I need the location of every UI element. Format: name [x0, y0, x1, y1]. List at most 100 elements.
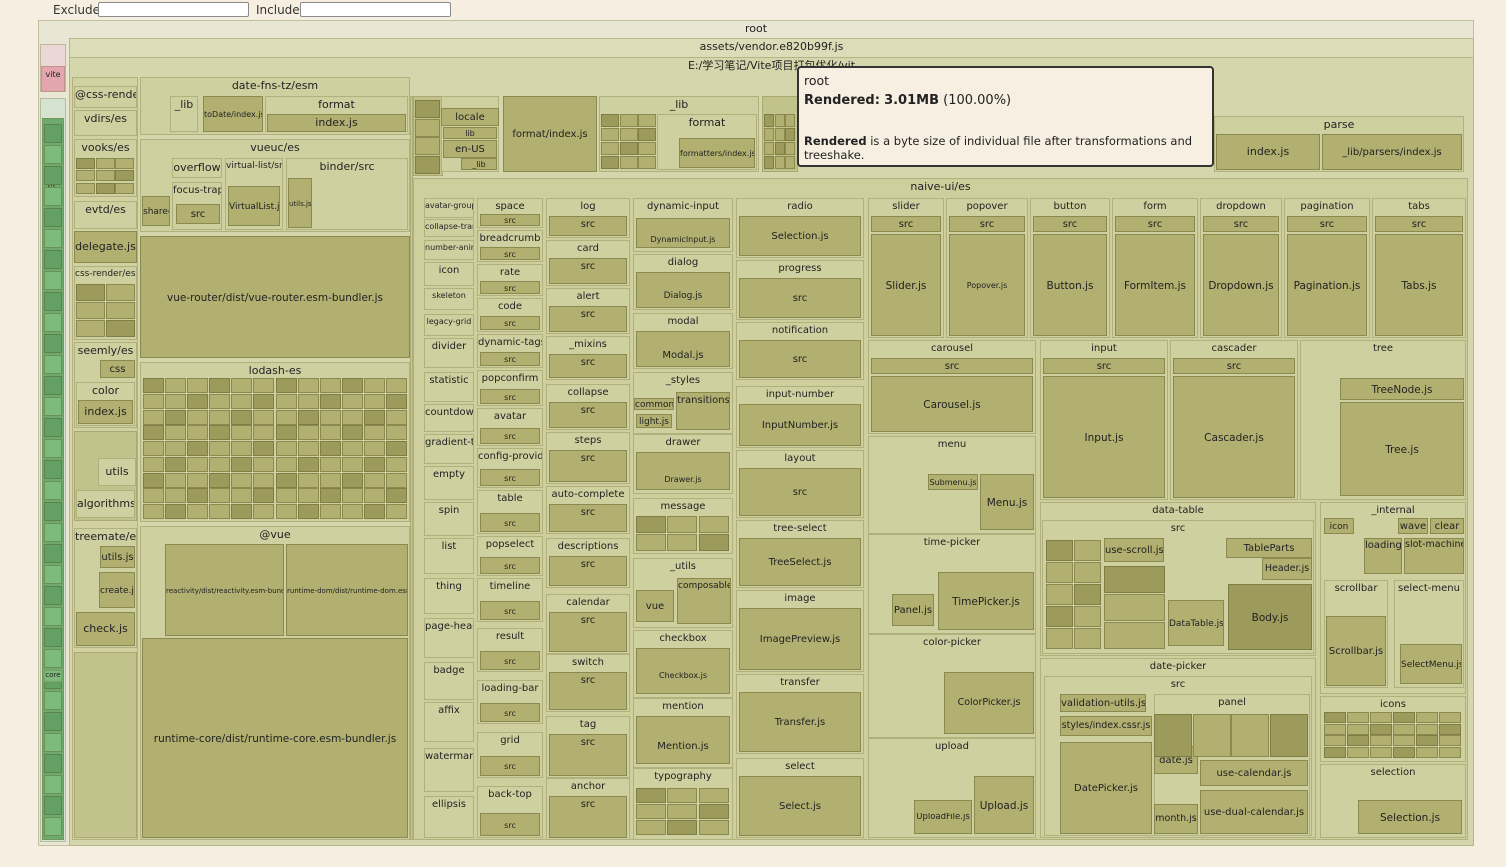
- leaf-validation[interactable]: validation-utils.js: [1060, 694, 1146, 712]
- treemap-leaf[interactable]: [1046, 562, 1073, 583]
- treemap-leaf[interactable]: [1347, 735, 1369, 746]
- treemap-leaf[interactable]: [386, 488, 407, 503]
- naive-b-src[interactable]: src: [480, 601, 540, 620]
- treemap-leaf[interactable]: [1416, 735, 1438, 746]
- treemap-leaf[interactable]: [364, 410, 385, 425]
- treemap-leaf[interactable]: [415, 100, 440, 118]
- treemap-leaf[interactable]: [1370, 724, 1392, 735]
- group-css-render[interactable]: @css-render: [74, 86, 137, 108]
- treemap-leaf[interactable]: [1439, 724, 1461, 735]
- treemap-leaf[interactable]: [143, 378, 164, 393]
- treemap-leaf[interactable]: [231, 473, 252, 488]
- group-vdirs[interactable]: vdirs/es: [74, 110, 137, 136]
- treemap-leaf[interactable]: [601, 114, 619, 127]
- treemap-leaf[interactable]: [1231, 714, 1269, 757]
- treemap-leaf[interactable]: [601, 142, 619, 155]
- treemap-leaf[interactable]: [44, 439, 62, 458]
- treemap-leaf[interactable]: [775, 114, 785, 127]
- leaf-icon[interactable]: icon: [1324, 518, 1354, 534]
- naive-r-file[interactable]: Button.js: [1033, 234, 1107, 336]
- treemap-leaf[interactable]: [165, 410, 186, 425]
- naive-r-file[interactable]: Cascader.js: [1173, 376, 1295, 498]
- naive-b-src[interactable]: src: [480, 352, 540, 366]
- treemap-leaf[interactable]: [44, 607, 62, 626]
- leaf-checkbox[interactable]: Checkbox.js: [636, 648, 730, 694]
- treemap-leaf[interactable]: [231, 441, 252, 456]
- treemap-leaf[interactable]: [298, 410, 319, 425]
- treemap-leaf[interactable]: [276, 457, 297, 472]
- naive-r-file[interactable]: Dropdown.js: [1203, 234, 1279, 336]
- naive-b-src[interactable]: src: [480, 247, 540, 260]
- treemap-leaf[interactable]: [638, 142, 656, 155]
- treemap-leaf[interactable]: [44, 544, 62, 563]
- treemap-leaf[interactable]: [320, 488, 341, 503]
- naive-c-src[interactable]: src: [549, 796, 627, 838]
- treemap-leaf[interactable]: [636, 534, 666, 551]
- leaf-selectmenu[interactable]: SelectMenu.js: [1400, 644, 1462, 684]
- treemap-leaf[interactable]: [253, 378, 274, 393]
- treemap-leaf[interactable]: [165, 378, 186, 393]
- treemap-leaf[interactable]: [1046, 540, 1073, 561]
- treemap-leaf[interactable]: [44, 460, 62, 479]
- treemap-leaf[interactable]: [320, 457, 341, 472]
- treemap-leaf[interactable]: [342, 425, 363, 440]
- treemap-leaf[interactable]: [253, 488, 274, 503]
- treemap-leaf[interactable]: [209, 425, 230, 440]
- treemap-leaf[interactable]: [76, 284, 105, 301]
- separator[interactable]: [410, 96, 413, 840]
- leaf-use-dual-calendar[interactable]: use-dual-calendar.js: [1200, 790, 1308, 834]
- naive-a-6[interactable]: divider: [424, 338, 474, 368]
- treemap-leaf[interactable]: [143, 504, 164, 519]
- treemap-leaf[interactable]: [1074, 606, 1101, 627]
- treemap-leaf[interactable]: [1416, 712, 1438, 723]
- naive-b-src[interactable]: src: [480, 651, 540, 670]
- treemap-leaf[interactable]: [298, 504, 319, 519]
- naive-a-13[interactable]: thing: [424, 578, 474, 614]
- treemap-leaf[interactable]: [620, 128, 638, 141]
- treemap-leaf[interactable]: [76, 320, 105, 337]
- treemap-leaf[interactable]: [1347, 712, 1369, 723]
- leaf-parsers[interactable]: _lib/parsers/index.js: [1322, 134, 1462, 170]
- treemap-leaf[interactable]: [1416, 747, 1438, 758]
- treemap-leaf[interactable]: [44, 229, 62, 248]
- treemap-leaf[interactable]: [253, 425, 274, 440]
- treemap-leaf[interactable]: [342, 488, 363, 503]
- naive-r-src[interactable]: src: [1033, 216, 1107, 232]
- treemap-leaf[interactable]: [187, 488, 208, 503]
- treemap-leaf[interactable]: [44, 523, 62, 542]
- leaf-formatters[interactable]: formatters/index.js: [679, 138, 755, 168]
- treemap-leaf[interactable]: [764, 156, 774, 169]
- treemap-leaf[interactable]: [342, 441, 363, 456]
- leaf-format-index[interactable]: index.js: [267, 114, 406, 132]
- treemap-leaf[interactable]: [620, 142, 638, 155]
- naive-e-src[interactable]: InputNumber.js: [739, 404, 861, 446]
- treemap-leaf[interactable]: [209, 504, 230, 519]
- leaf-dialog[interactable]: Dialog.js: [636, 272, 730, 308]
- treemap-leaf[interactable]: [187, 441, 208, 456]
- naive-a-4[interactable]: skeleton: [424, 288, 474, 310]
- leaf-modal[interactable]: Modal.js: [636, 331, 730, 367]
- treemap-leaf[interactable]: [298, 378, 319, 393]
- treemap-leaf[interactable]: [44, 649, 62, 668]
- leaf-slot-machine[interactable]: slot-machine: [1404, 538, 1464, 574]
- naive-c-src[interactable]: src: [549, 306, 627, 332]
- naive-a-14[interactable]: page-header: [424, 618, 474, 658]
- leaf-en-lib[interactable]: _lib: [461, 158, 497, 170]
- treemap-leaf[interactable]: [187, 378, 208, 393]
- treemap-leaf[interactable]: [764, 128, 774, 141]
- treemap-leaf[interactable]: [231, 488, 252, 503]
- treemap-leaf[interactable]: [143, 457, 164, 472]
- naive-c-src[interactable]: src: [549, 258, 627, 284]
- treemap-leaf[interactable]: [320, 473, 341, 488]
- treemap-leaf[interactable]: [699, 804, 729, 819]
- treemap-leaf[interactable]: [44, 565, 62, 584]
- naive-c-src[interactable]: src: [549, 216, 627, 236]
- naive-r-file[interactable]: Input.js: [1043, 376, 1165, 498]
- treemap-leaf[interactable]: [1393, 712, 1415, 723]
- treemap-leaf[interactable]: [699, 534, 729, 551]
- treemap-leaf[interactable]: [165, 425, 186, 440]
- treemap-leaf[interactable]: [386, 425, 407, 440]
- treemap-leaf[interactable]: [699, 516, 729, 533]
- leaf-create[interactable]: create.js: [99, 572, 135, 608]
- treemap-leaf[interactable]: [785, 114, 795, 127]
